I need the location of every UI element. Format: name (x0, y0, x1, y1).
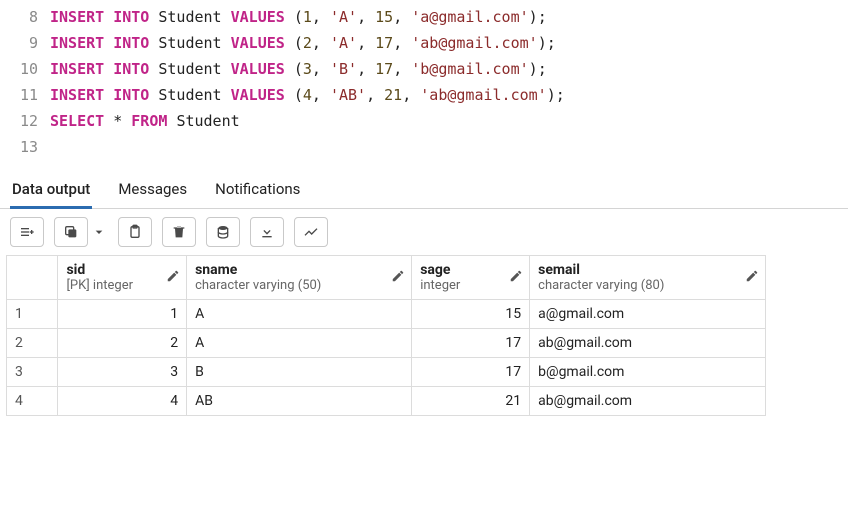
cell-semail[interactable]: a@gmail.com (530, 300, 766, 329)
code-content[interactable]: INSERT INTO Student VALUES (4, 'AB', 21,… (50, 86, 565, 104)
table-row[interactable]: 33B17b@gmail.com (7, 358, 766, 387)
line-number: 12 (0, 112, 50, 130)
sql-editor[interactable]: 8INSERT INTO Student VALUES (1, 'A', 15,… (0, 0, 848, 164)
chart-line-icon[interactable] (294, 217, 328, 247)
edit-icon[interactable] (509, 269, 523, 287)
column-header-sage[interactable]: sageinteger (412, 256, 530, 300)
cell-sid[interactable]: 4 (58, 387, 187, 416)
code-content[interactable]: INSERT INTO Student VALUES (2, 'A', 17, … (50, 34, 556, 52)
cell-sid[interactable]: 3 (58, 358, 187, 387)
line-number: 13 (0, 138, 50, 156)
result-grid: sid[PK] integersnamecharacter varying (5… (6, 255, 766, 416)
tab-messages[interactable]: Messages (116, 174, 189, 209)
edit-icon[interactable] (166, 269, 180, 287)
cell-sname[interactable]: B (187, 358, 412, 387)
tab-data-output[interactable]: Data output (10, 174, 92, 209)
edit-icon[interactable] (745, 269, 759, 287)
column-header-semail[interactable]: semailcharacter varying (80) (530, 256, 766, 300)
code-content[interactable]: INSERT INTO Student VALUES (3, 'B', 17, … (50, 60, 547, 78)
cell-semail[interactable]: ab@gmail.com (530, 387, 766, 416)
cell-sage[interactable]: 21 (412, 387, 530, 416)
code-line[interactable]: 13 (0, 134, 848, 160)
row-number: 3 (7, 358, 58, 387)
cell-semail[interactable]: ab@gmail.com (530, 329, 766, 358)
line-number: 11 (0, 86, 50, 104)
line-number: 10 (0, 60, 50, 78)
cell-sname[interactable]: A (187, 329, 412, 358)
cell-sid[interactable]: 2 (58, 329, 187, 358)
result-tabs: Data output Messages Notifications (0, 168, 848, 209)
clipboard-icon[interactable] (118, 217, 152, 247)
download-icon[interactable] (250, 217, 284, 247)
cell-sname[interactable]: A (187, 300, 412, 329)
cell-sage[interactable]: 17 (412, 329, 530, 358)
row-number: 1 (7, 300, 58, 329)
code-line[interactable]: 10INSERT INTO Student VALUES (3, 'B', 17… (0, 56, 848, 82)
caret-down-icon[interactable] (90, 217, 108, 247)
code-line[interactable]: 9INSERT INTO Student VALUES (2, 'A', 17,… (0, 30, 848, 56)
row-number: 2 (7, 329, 58, 358)
code-line[interactable]: 8INSERT INTO Student VALUES (1, 'A', 15,… (0, 4, 848, 30)
edit-icon[interactable] (391, 269, 405, 287)
cell-semail[interactable]: b@gmail.com (530, 358, 766, 387)
code-line[interactable]: 11INSERT INTO Student VALUES (4, 'AB', 2… (0, 82, 848, 108)
cell-sage[interactable]: 17 (412, 358, 530, 387)
row-number: 4 (7, 387, 58, 416)
table-row[interactable]: 44AB21ab@gmail.com (7, 387, 766, 416)
database-save-icon[interactable] (206, 217, 240, 247)
code-content[interactable]: SELECT * FROM Student (50, 112, 240, 130)
table-row[interactable]: 11A15a@gmail.com (7, 300, 766, 329)
copy-icon[interactable] (54, 217, 88, 247)
cell-sage[interactable]: 15 (412, 300, 530, 329)
trash-icon[interactable] (162, 217, 196, 247)
column-header-sid[interactable]: sid[PK] integer (58, 256, 187, 300)
column-header-sname[interactable]: snamecharacter varying (50) (187, 256, 412, 300)
row-number-header (7, 256, 58, 300)
result-toolbar (0, 209, 848, 255)
table-row[interactable]: 22A17ab@gmail.com (7, 329, 766, 358)
line-number: 9 (0, 34, 50, 52)
add-row-icon[interactable] (10, 217, 44, 247)
cell-sid[interactable]: 1 (58, 300, 187, 329)
tab-notifications[interactable]: Notifications (213, 174, 302, 209)
code-line[interactable]: 12SELECT * FROM Student (0, 108, 848, 134)
cell-sname[interactable]: AB (187, 387, 412, 416)
code-content[interactable]: INSERT INTO Student VALUES (1, 'A', 15, … (50, 8, 547, 26)
line-number: 8 (0, 8, 50, 26)
